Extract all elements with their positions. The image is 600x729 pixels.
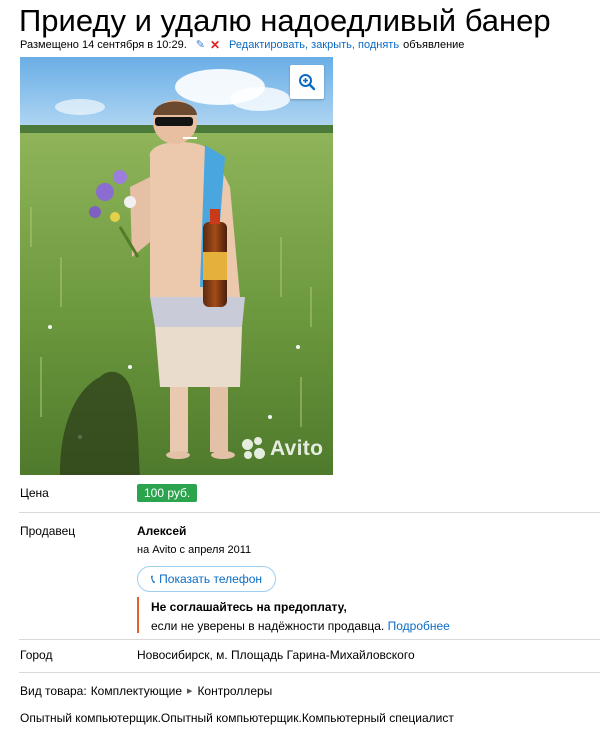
category-level2[interactable]: Контроллеры <box>197 684 272 699</box>
category-prefix: Вид товара: <box>20 684 87 698</box>
city-label: Город <box>20 648 53 662</box>
show-phone-button[interactable]: 📞︎ Показать телефон <box>137 566 276 592</box>
avito-logo-icon <box>242 437 266 461</box>
prepayment-warning: Не соглашайтесь на предоплату, если не у… <box>137 597 450 633</box>
posted-date: Размещено 14 сентября в 10:29. <box>20 39 187 51</box>
city-value: Новосибирск, м. Площадь Гарина-Михайловс… <box>137 648 415 662</box>
triangle-right-icon: ▶ <box>187 688 193 695</box>
close-icon[interactable]: ✕ <box>210 38 220 52</box>
category-breadcrumb: Вид товара: Комплектующие ▶ Контроллеры <box>20 684 272 699</box>
zoom-in-icon <box>299 74 316 91</box>
category-level1[interactable]: Комплектующие <box>91 684 182 699</box>
listing-meta: Размещено 14 сентября в 10:29. ✎ ✕ Редак… <box>20 38 464 52</box>
pencil-icon[interactable]: ✎ <box>196 38 205 52</box>
seller-label: Продавец <box>20 524 76 538</box>
watermark-text: Avito <box>270 437 324 460</box>
divider <box>19 512 600 513</box>
listing-photo[interactable]: Avito <box>20 57 333 475</box>
warning-more-link[interactable]: Подробнее <box>388 619 450 633</box>
warning-text-row: если не уверены в надёжности продавца. П… <box>151 618 450 634</box>
seller-name[interactable]: Алексей <box>137 524 186 539</box>
warning-text: если не уверены в надёжности продавца. <box>151 619 385 633</box>
photo-watermark: Avito <box>242 437 323 461</box>
phone-icon: 📞︎ <box>150 571 156 586</box>
warning-title: Не соглашайтесь на предоплату, <box>151 600 347 614</box>
listing-title: Приеду и удалю надоедливый банер <box>19 3 551 38</box>
seller-since: на Avito с апреля 2011 <box>137 544 252 556</box>
photo-illustration <box>20 57 333 475</box>
edit-link-tail: объявление <box>403 39 465 51</box>
price-badge: 100 руб. <box>137 484 198 502</box>
divider <box>19 639 600 640</box>
price-label: Цена <box>20 486 49 500</box>
show-phone-label: Показать телефон <box>159 572 263 586</box>
listing-description: Опытный компьютерщик.Опытный компьютерщи… <box>20 711 454 725</box>
zoom-button[interactable] <box>290 65 324 99</box>
divider <box>19 672 600 673</box>
edit-listing-link[interactable]: Редактировать, закрыть, поднять <box>229 38 399 52</box>
